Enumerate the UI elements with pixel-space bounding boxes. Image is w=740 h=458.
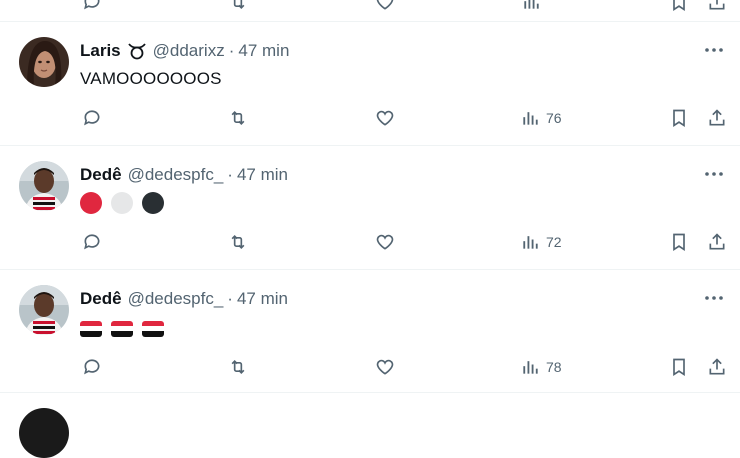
like-icon[interactable] — [374, 356, 396, 378]
black-circle-icon — [141, 192, 164, 214]
views-button[interactable]: 78 — [520, 356, 562, 378]
timestamp[interactable]: 47 min — [237, 165, 288, 185]
sao-paulo-flag-icon — [141, 320, 164, 337]
tweet[interactable]: Laris @ddarixz · 47 min VAMOOOOOOOS 76 — [0, 22, 740, 145]
bookmark-icon[interactable] — [668, 107, 690, 129]
bookmark-icon[interactable] — [668, 356, 690, 378]
views-count: 72 — [546, 234, 562, 250]
display-name[interactable]: Laris — [80, 41, 121, 61]
separator: · — [227, 289, 233, 308]
views-button[interactable]: 76 — [520, 107, 562, 129]
tweet-emojis — [80, 192, 168, 216]
avatar[interactable] — [19, 37, 69, 87]
tweet-text: VAMOOOOOOOS — [80, 69, 222, 88]
handle[interactable]: @dedespfc_ — [128, 165, 224, 185]
tweet-header: Laris @ddarixz · 47 min — [80, 40, 289, 62]
views-count: 78 — [546, 359, 562, 375]
like-icon[interactable] — [374, 0, 396, 12]
retweet-icon[interactable] — [226, 356, 250, 378]
tweet[interactable]: Dedê @dedespfc_ · 47 min 72 — [0, 146, 740, 269]
tweet-header: Dedê @dedespfc_ · 47 min — [80, 288, 288, 310]
separator: · — [228, 41, 235, 60]
divider — [0, 392, 740, 393]
taurus-icon — [127, 42, 147, 60]
reply-icon[interactable] — [81, 356, 103, 378]
sao-paulo-flag-icon — [110, 320, 133, 337]
display-name[interactable]: Dedê — [80, 289, 122, 309]
previous-tweet-actions — [0, 0, 740, 22]
like-icon[interactable] — [374, 231, 396, 253]
reply-icon[interactable] — [81, 231, 103, 253]
timestamp[interactable]: 47 min — [237, 289, 288, 309]
views-icon — [523, 112, 538, 125]
tweet-emojis — [80, 318, 168, 338]
share-icon[interactable] — [706, 0, 728, 12]
reply-icon[interactable] — [81, 107, 103, 129]
views-button[interactable]: 72 — [520, 231, 562, 253]
red-circle-icon — [80, 192, 102, 214]
white-circle-icon — [110, 192, 133, 214]
views-icon — [523, 361, 538, 374]
tweet[interactable]: Dedê @dedespfc_ · 47 min 78 — [0, 270, 740, 392]
more-options-icon[interactable] — [702, 164, 726, 184]
like-icon[interactable] — [374, 107, 396, 129]
more-options-icon[interactable] — [702, 288, 726, 308]
sao-paulo-flag-icon — [80, 320, 102, 337]
retweet-icon[interactable] — [226, 107, 250, 129]
bookmark-icon[interactable] — [668, 0, 690, 12]
separator: · — [227, 165, 233, 184]
tweet-header: Dedê @dedespfc_ · 47 min — [80, 164, 288, 186]
views-icon — [523, 236, 538, 249]
reply-icon[interactable] — [81, 0, 103, 12]
share-icon[interactable] — [706, 356, 728, 378]
bookmark-icon[interactable] — [668, 231, 690, 253]
display-name[interactable]: Dedê — [80, 165, 122, 185]
retweet-icon[interactable] — [226, 231, 250, 253]
avatar[interactable] — [19, 161, 69, 211]
more-options-icon[interactable] — [702, 40, 726, 60]
avatar[interactable] — [19, 285, 69, 335]
timestamp[interactable]: 47 min — [238, 41, 289, 61]
retweet-icon[interactable] — [226, 0, 250, 12]
share-icon[interactable] — [706, 231, 728, 253]
views-icon[interactable] — [520, 0, 542, 12]
views-count: 76 — [546, 110, 562, 126]
share-icon[interactable] — [706, 107, 728, 129]
handle[interactable]: @dedespfc_ — [128, 289, 224, 309]
handle[interactable]: @ddarixz — [153, 41, 225, 61]
